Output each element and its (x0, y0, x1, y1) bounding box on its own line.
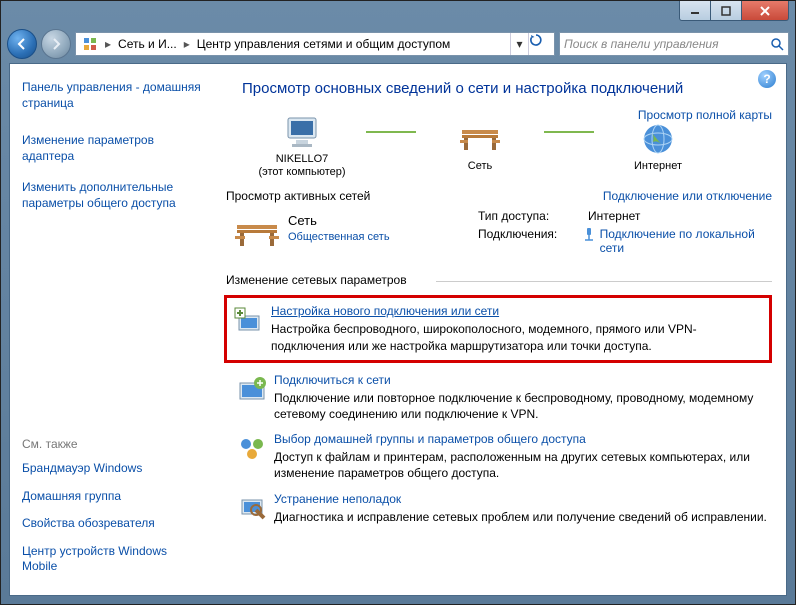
homegroup-icon (230, 432, 274, 481)
connection-line (366, 131, 416, 133)
connection-line (544, 131, 594, 133)
bench-icon (226, 209, 288, 259)
access-value: Интернет (588, 209, 640, 223)
breadcrumb-segment[interactable]: Центр управления сетями и общим доступом (193, 37, 510, 51)
node-label: NIKELLO7 (276, 153, 329, 165)
node-internet: Интернет (598, 118, 718, 173)
task-title[interactable]: Устранение неполадок (274, 492, 772, 506)
forward-button[interactable] (41, 29, 71, 59)
chevron-icon: ▸ (181, 37, 193, 51)
node-computer: NIKELLO7(этот компьютер) (242, 111, 362, 179)
task-title[interactable]: Настройка нового подключения или сети (271, 304, 763, 318)
globe-icon (598, 118, 718, 160)
content-pane: ? Просмотр основных сведений о сети и на… (214, 64, 786, 595)
section-label: Просмотр активных сетей (226, 189, 370, 203)
close-button[interactable] (741, 1, 789, 21)
sidebar-internet-options-link[interactable]: Свойства обозревателя (22, 516, 202, 532)
sidebar-homegroup-link[interactable]: Домашняя группа (22, 489, 202, 505)
see-also-heading: См. также (22, 437, 202, 451)
sidebar-home-link[interactable]: Панель управления - домашняя страница (22, 80, 202, 111)
control-panel-icon (81, 35, 99, 53)
refresh-button[interactable] (528, 33, 552, 55)
computer-icon (242, 111, 362, 153)
task-connect[interactable]: Подключиться к сети Подключение или повт… (230, 373, 772, 422)
task-troubleshoot[interactable]: Устранение неполадок Диагностика и испра… (230, 492, 772, 525)
maximize-button[interactable] (710, 1, 742, 21)
node-network: Сеть (420, 118, 540, 173)
troubleshoot-icon (230, 492, 274, 525)
search-input[interactable]: Поиск в панели управления (559, 32, 789, 56)
lan-icon (582, 227, 596, 255)
back-button[interactable] (7, 29, 37, 59)
task-new-connection[interactable]: Настройка нового подключения или сети На… (224, 295, 772, 362)
sidebar: Панель управления - домашняя страница Из… (10, 64, 214, 595)
sidebar-sharing-link[interactable]: Изменить дополнительные параметры общего… (22, 180, 202, 211)
task-description: Настройка беспроводного, широкополосного… (271, 321, 763, 353)
help-icon[interactable]: ? (758, 70, 776, 88)
window-frame: ▸ Сеть и И... ▸ Центр управления сетями … (0, 0, 796, 605)
network-type-link[interactable]: Общественная сеть (288, 231, 478, 243)
node-sublabel: (этот компьютер) (258, 166, 345, 178)
search-icon[interactable] (770, 37, 784, 51)
connection-link[interactable]: Подключение по локальной сети (600, 227, 772, 255)
task-title[interactable]: Подключиться к сети (274, 373, 772, 387)
page-title: Просмотр основных сведений о сети и наст… (242, 80, 772, 97)
task-description: Доступ к файлам и принтерам, расположенн… (274, 449, 772, 481)
sidebar-adapter-link[interactable]: Изменение параметров адаптера (22, 133, 202, 164)
active-networks-header: Просмотр активных сетей Подключение или … (226, 189, 772, 203)
sidebar-firewall-link[interactable]: Брандмауэр Windows (22, 461, 202, 477)
navigation-row: ▸ Сеть и И... ▸ Центр управления сетями … (7, 27, 789, 61)
task-description: Подключение или повторное подключение к … (274, 390, 772, 422)
task-title[interactable]: Выбор домашней группы и параметров общег… (274, 432, 772, 446)
task-description: Диагностика и исправление сетевых пробле… (274, 509, 772, 525)
task-homegroup[interactable]: Выбор домашней группы и параметров общег… (230, 432, 772, 481)
bench-icon (420, 118, 540, 160)
access-label: Тип доступа: (478, 209, 588, 223)
address-dropdown-icon[interactable]: ▾ (510, 33, 528, 55)
connections-label: Подключения: (478, 227, 582, 255)
window-controls (680, 1, 789, 21)
sidebar-mobile-link[interactable]: Центр устройств Windows Mobile (22, 544, 202, 575)
minimize-button[interactable] (679, 1, 711, 21)
address-bar[interactable]: ▸ Сеть и И... ▸ Центр управления сетями … (75, 32, 555, 56)
new-connection-icon (227, 304, 271, 353)
node-label: Интернет (598, 160, 718, 173)
change-settings-heading: Изменение сетевых параметров (226, 273, 772, 287)
search-placeholder: Поиск в панели управления (564, 37, 770, 51)
connect-icon (230, 373, 274, 422)
client-area: Панель управления - домашняя страница Из… (9, 63, 787, 596)
network-name: Сеть (288, 213, 478, 228)
connect-disconnect-link[interactable]: Подключение или отключение (603, 189, 772, 203)
full-map-link[interactable]: Просмотр полной карты (638, 108, 772, 122)
chevron-icon: ▸ (102, 37, 114, 51)
node-label: Сеть (420, 160, 540, 173)
active-network-block: Сеть Общественная сеть Тип доступа: Инте… (226, 209, 772, 259)
breadcrumb-segment[interactable]: Сеть и И... (114, 37, 181, 51)
